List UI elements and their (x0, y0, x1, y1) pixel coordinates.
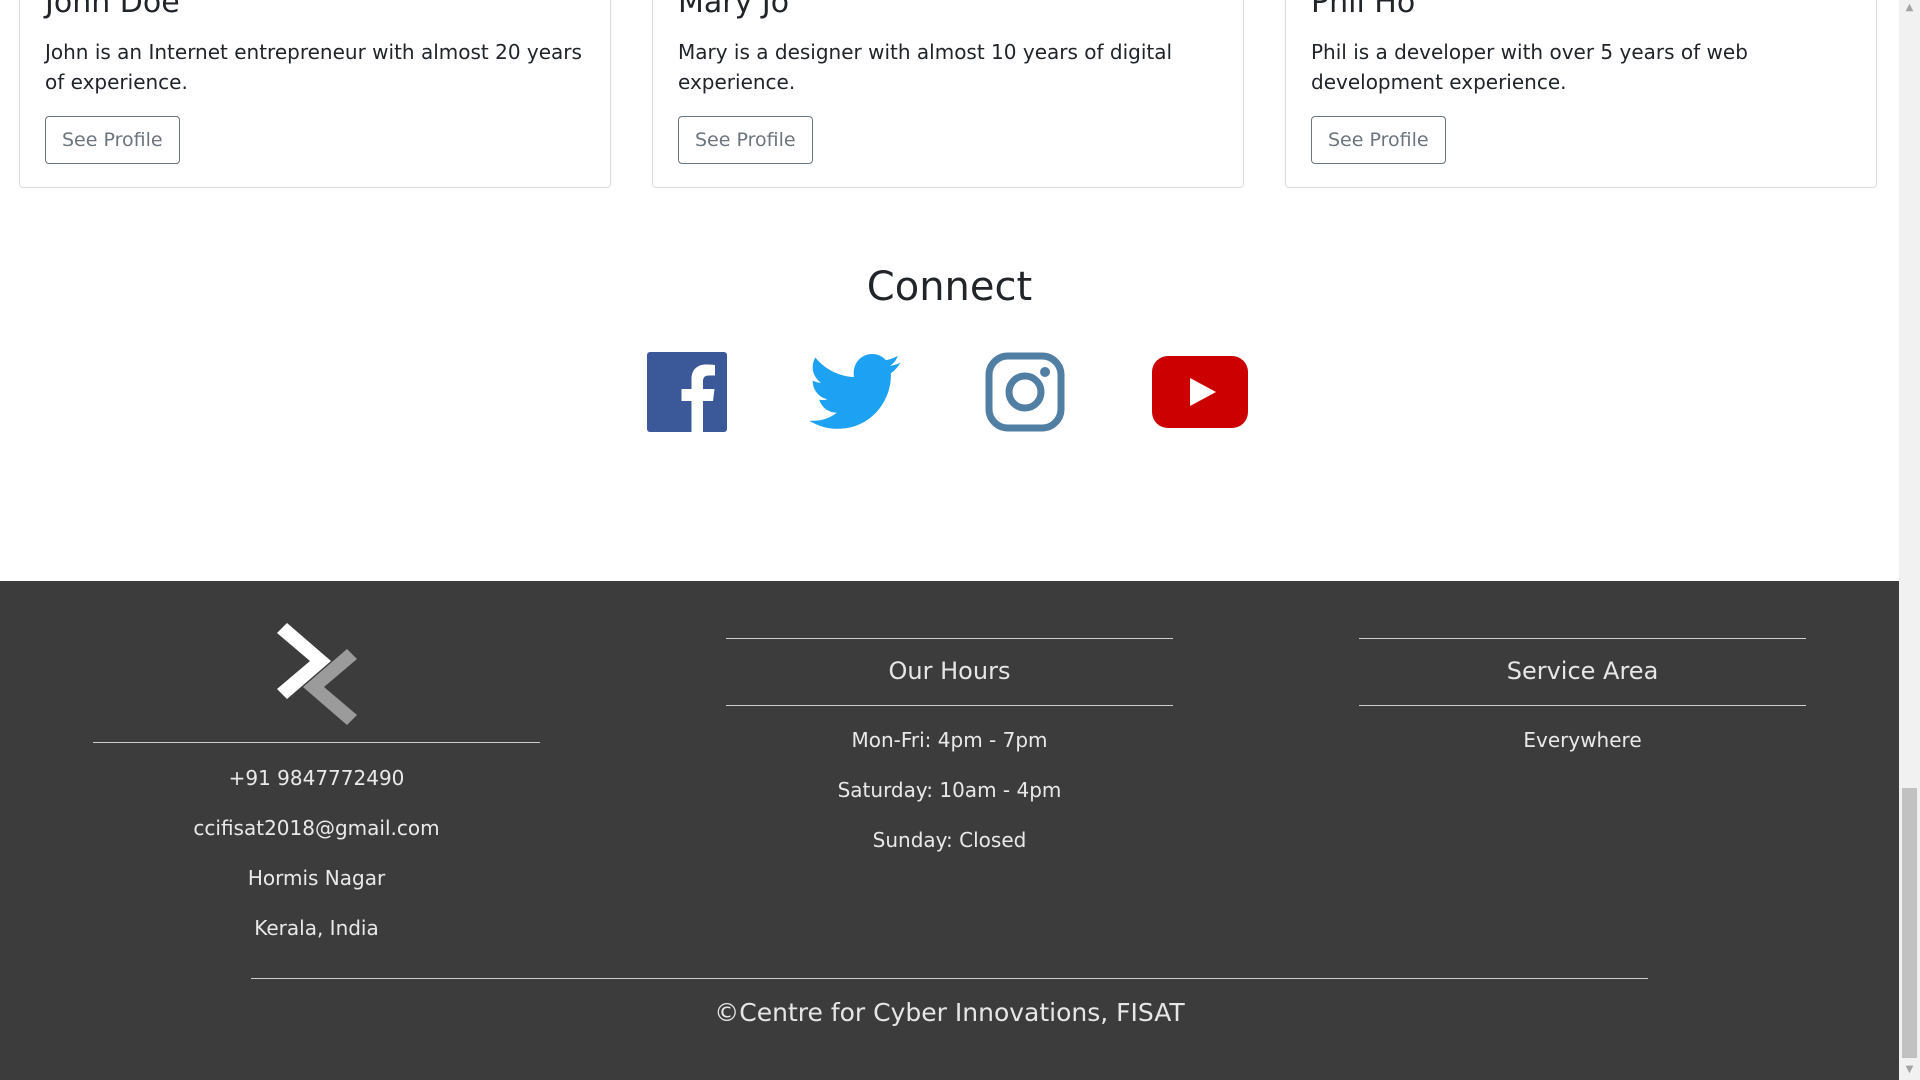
card-description: Phil is a developer with over 5 years of… (1311, 40, 1748, 94)
scrollbar[interactable]: ▲ ▼ (1899, 0, 1920, 1080)
twitter-icon[interactable] (810, 352, 902, 432)
card-description: Mary is a designer with almost 10 years … (678, 40, 1173, 94)
card-title: John Doe (45, 0, 180, 20)
divider (726, 638, 1173, 639)
connect-heading: Connect (866, 264, 1033, 310)
divider (726, 705, 1173, 706)
page: John Doe John is an Internet entrepreneu… (0, 0, 1899, 1080)
instagram-icon[interactable] (985, 352, 1065, 432)
cci-logo (277, 623, 357, 725)
divider (251, 978, 1648, 979)
card-title: Phil Ho (1311, 0, 1416, 20)
youtube-icon[interactable] (1152, 356, 1248, 428)
email-address: ccifisat2018@gmail.com (193, 816, 440, 840)
scrollbar-thumb[interactable] (1902, 788, 1917, 1058)
address-line: Hormis Nagar (247, 866, 386, 890)
card-title: Mary Jo (678, 0, 790, 20)
team-card: John Doe John is an Internet entrepreneu… (19, 0, 611, 188)
hours-line: Mon-Fri: 4pm - 7pm (851, 728, 1048, 752)
see-profile-button[interactable]: See Profile (678, 116, 813, 164)
divider (93, 742, 540, 743)
team-card: Mary Jo Mary is a designer with almost 1… (652, 0, 1244, 188)
service-area-line: Everywhere (1523, 728, 1642, 752)
scroll-up-arrow-icon[interactable]: ▲ (1899, 2, 1920, 13)
hours-heading: Our Hours (888, 657, 1011, 685)
address-line: Kerala, India (254, 916, 379, 940)
divider (1359, 638, 1806, 639)
see-profile-button[interactable]: See Profile (1311, 116, 1446, 164)
phone-number: +91 9847772490 (228, 766, 405, 790)
divider (1359, 705, 1806, 706)
footer: +91 9847772490 ccifisat2018@gmail.com Ho… (0, 581, 1899, 1080)
facebook-icon[interactable] (647, 352, 727, 432)
team-card: Phil Ho Phil is a developer with over 5 … (1285, 0, 1877, 188)
copyright: ©Centre for Cyber Innovations, FISAT (714, 998, 1185, 1027)
service-area-heading: Service Area (1506, 657, 1659, 685)
see-profile-button[interactable]: See Profile (45, 116, 180, 164)
hours-line: Sunday: Closed (872, 828, 1027, 852)
hours-line: Saturday: 10am - 4pm (837, 778, 1062, 802)
scroll-down-arrow-icon[interactable]: ▼ (1899, 1064, 1920, 1075)
card-description: John is an Internet entrepreneur with al… (45, 40, 582, 94)
